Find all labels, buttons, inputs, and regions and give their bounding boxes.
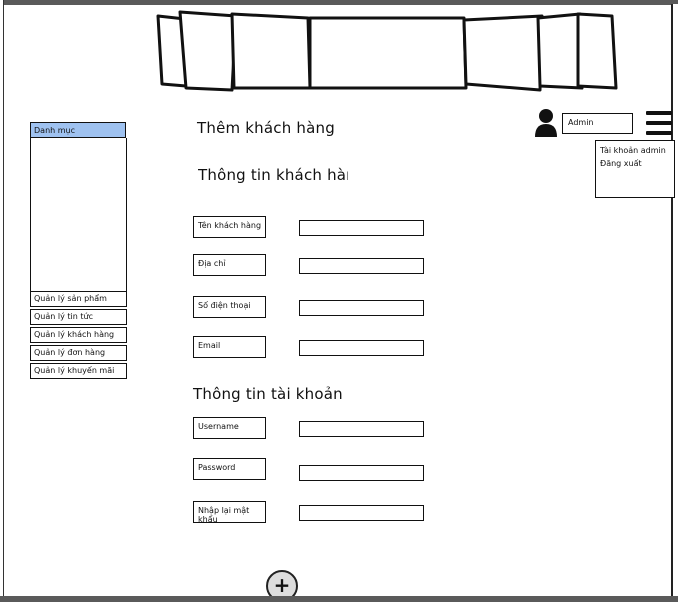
field-label-confirm-password: Nhập lại mật khẩu [193, 501, 266, 523]
page-title: Thêm khách hàng [197, 119, 335, 137]
sidebar-panel [30, 138, 127, 292]
username-field[interactable] [299, 421, 424, 437]
user-icon[interactable] [533, 108, 559, 138]
section-title-customer: Thông tin khách hàng [198, 166, 348, 184]
sidebar-header: Danh mục [30, 122, 126, 138]
phone-field[interactable] [299, 300, 424, 316]
account-dropdown-menu: Tài khoản admin Đăng xuất [595, 140, 675, 198]
confirm-password-field[interactable] [299, 505, 424, 521]
sidebar-item-orders[interactable]: Quản lý đơn hàng [30, 345, 127, 361]
section-title-account: Thông tin tài khoản [193, 385, 343, 403]
field-label-email: Email [193, 336, 266, 358]
sidebar-item-customers[interactable]: Quản lý khách hàng [30, 327, 127, 343]
field-label-phone: Số điện thoại [193, 296, 266, 318]
window-right-gutter [673, 4, 678, 596]
hamburger-menu-icon[interactable] [646, 111, 674, 137]
field-label-username: Username [193, 417, 266, 439]
customer-name-field[interactable] [299, 220, 424, 236]
field-label-address: Địa chỉ [193, 254, 266, 276]
sketch-image-carousel-icon [156, 10, 618, 92]
window-top-border [0, 0, 678, 5]
menu-item-admin-account[interactable]: Tài khoản admin [600, 144, 674, 157]
field-label-customer-name: Tên khách hàng [193, 216, 266, 238]
window-bottom-border [0, 596, 678, 602]
password-field[interactable] [299, 465, 424, 481]
admin-name-box[interactable]: Admin [562, 113, 633, 134]
sidebar-item-products[interactable]: Quản lý sản phẩm [30, 291, 127, 307]
sidebar-item-news[interactable]: Quản lý tin tức [30, 309, 127, 325]
address-field[interactable] [299, 258, 424, 274]
menu-item-logout[interactable]: Đăng xuất [600, 157, 674, 170]
sidebar-item-promotions[interactable]: Quản lý khuyến mãi [30, 363, 127, 379]
field-label-password: Password [193, 458, 266, 480]
window-left-border [0, 0, 4, 602]
email-field[interactable] [299, 340, 424, 356]
